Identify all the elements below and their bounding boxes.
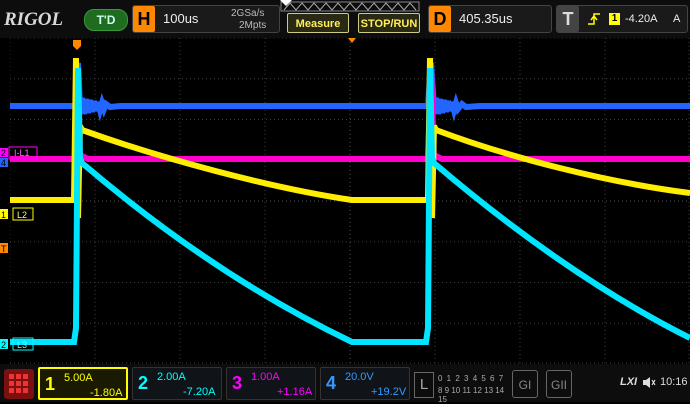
svg-text:2: 2 xyxy=(1,340,6,350)
brand-logo: RIGOL xyxy=(4,9,64,30)
trigger-edge-icon xyxy=(588,13,600,25)
stop-run-button[interactable]: STOP/RUN xyxy=(358,13,420,33)
trigger-letter: T xyxy=(557,6,579,32)
trigger-panel[interactable]: T 1 -4.20A A xyxy=(556,5,688,33)
channel-1-number: 1 xyxy=(45,374,56,394)
memory-position-indicator xyxy=(280,0,420,12)
channel-2-number: 2 xyxy=(138,373,149,393)
digital-row-1: 0 1 2 3 4 5 6 7 xyxy=(438,374,505,383)
horizontal-letter: H xyxy=(133,6,155,32)
label-l3-text: L3 xyxy=(17,340,27,350)
sample-rate: 2GSa/s xyxy=(231,8,265,19)
label-l2-text: L2 xyxy=(17,210,27,220)
channel-4-panel[interactable]: 4 20.0V +19.2V xyxy=(320,367,410,400)
channel-1-scale: 5.00A xyxy=(64,372,93,384)
digital-letter: L xyxy=(414,372,434,398)
delay-panel[interactable]: D 405.35us xyxy=(428,5,552,33)
delay-letter: D xyxy=(429,6,451,32)
horizontal-panel[interactable]: H 100us 2GSa/s 2Mpts xyxy=(132,5,280,33)
top-toolbar: RIGOL T'D H 100us 2GSa/s 2Mpts Measure S… xyxy=(0,0,690,38)
channel-1-offset: -1.80A xyxy=(90,387,123,399)
svg-text:2: 2 xyxy=(1,148,6,158)
svg-text:T: T xyxy=(1,244,7,254)
channel-4-number: 4 xyxy=(326,373,337,393)
channel-2-panel[interactable]: 2 2.00A -7.20A xyxy=(132,367,222,400)
channel-2-offset: -7.20A xyxy=(183,386,216,398)
menu-button[interactable] xyxy=(4,369,34,399)
label-i-l1-text: I-L1 xyxy=(14,148,30,158)
clock: 10:16 xyxy=(660,376,688,388)
channel-4-scale: 20.0V xyxy=(345,371,374,383)
digital-channels-panel[interactable]: L 0 1 2 3 4 5 6 7 8 9 10 11 12 13 14 15 xyxy=(414,369,506,404)
trigger-source: 1 xyxy=(609,13,620,25)
svg-text:4: 4 xyxy=(1,158,6,168)
grid-menu-icon xyxy=(9,374,28,393)
generator-2-button[interactable]: GII xyxy=(546,370,572,398)
channel-3-number: 3 xyxy=(232,373,243,393)
lxi-icon: LXI xyxy=(620,376,638,388)
memory-depth: 2Mpts xyxy=(239,20,267,31)
bottom-toolbar: 1 5.00A -1.80A 2 2.00A -7.20A 3 1.00A +1… xyxy=(0,364,690,404)
channel-1-panel[interactable]: 1 5.00A -1.80A xyxy=(38,367,128,400)
channel-tags: 2 I-L1 4 1 L2 T 2 L3 xyxy=(0,146,38,351)
svg-text:1: 1 xyxy=(1,210,6,220)
channel-3-scale: 1.00A xyxy=(251,371,280,383)
channel-3-panel[interactable]: 3 1.00A +1.16A xyxy=(226,367,316,400)
speaker-muted-icon[interactable] xyxy=(642,376,656,389)
trigger-unit: A xyxy=(673,13,681,25)
waveform-display[interactable] xyxy=(10,38,690,364)
measure-button[interactable]: Measure xyxy=(287,13,349,33)
digital-row-2: 8 9 10 11 12 13 14 15 xyxy=(438,386,505,404)
channel-4-offset: +19.2V xyxy=(371,386,407,398)
channel-2-scale: 2.00A xyxy=(157,371,186,383)
run-state-badge[interactable]: T'D xyxy=(84,9,128,31)
timebase-value: 100us xyxy=(163,11,199,26)
channel-3-offset: +1.16A xyxy=(277,386,313,398)
generator-1-button[interactable]: GI xyxy=(512,370,538,398)
trigger-level: -4.20A xyxy=(625,13,658,25)
delay-value: 405.35us xyxy=(459,11,513,26)
